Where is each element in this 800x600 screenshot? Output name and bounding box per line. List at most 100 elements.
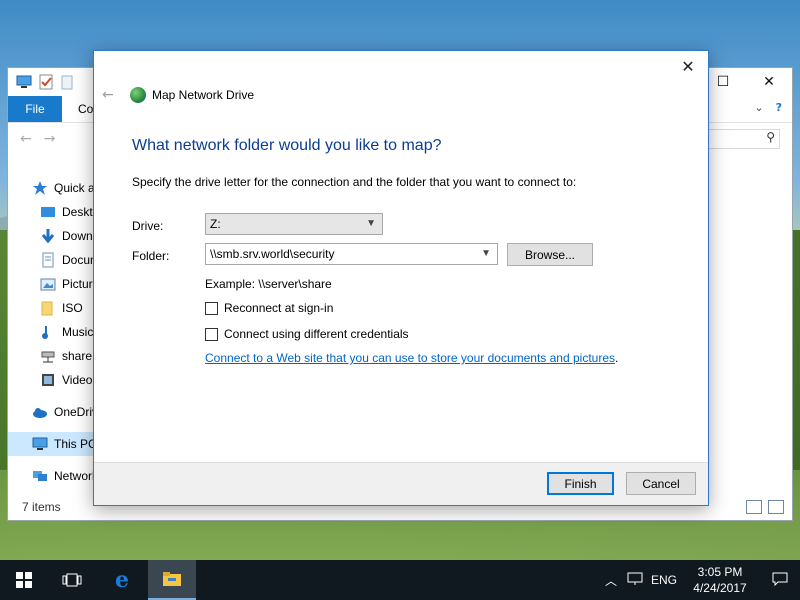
browse-button[interactable]: Browse...: [507, 243, 593, 266]
ribbon-right-controls: ⌄ ?: [754, 101, 782, 114]
taskbar: e ︿ ENG 3:05 PM 4/24/2017: [0, 560, 800, 600]
sidebar-item-quick-access[interactable]: Quick access: [8, 176, 96, 200]
nav-arrows: ← →: [20, 131, 55, 147]
navigation-pane: Quick access Desktop Downloads Documents…: [8, 176, 96, 488]
quick-access-toolbar: [16, 74, 76, 90]
sidebar-item-label: Music: [62, 325, 94, 339]
reconnect-checkbox[interactable]: Reconnect at sign-in: [205, 301, 333, 315]
sidebar-item-music[interactable]: Music: [8, 320, 96, 344]
folder-icon: [41, 301, 53, 316]
cancel-button[interactable]: Cancel: [626, 472, 696, 495]
new-folder-icon[interactable]: [60, 74, 76, 90]
different-credentials-checkbox[interactable]: Connect using different credentials: [205, 327, 409, 341]
example-text: Example: \\server\share: [205, 277, 332, 291]
search-input[interactable]: ⚲: [708, 129, 780, 149]
tab-file[interactable]: File: [8, 96, 62, 122]
desktop-icon: [41, 207, 55, 217]
sidebar-item-downloads[interactable]: Downloads: [8, 224, 96, 248]
edge-icon: e: [115, 567, 129, 593]
dialog-title: Map Network Drive: [152, 88, 255, 102]
clock[interactable]: 3:05 PM 4/24/2017: [680, 564, 760, 596]
back-arrow-icon[interactable]: ←: [102, 87, 114, 103]
picture-icon: [40, 278, 56, 291]
sidebar-item-this-pc[interactable]: This PC: [8, 432, 96, 456]
checkbox-box[interactable]: [205, 301, 218, 315]
windows-logo-icon: [16, 572, 32, 588]
notification-icon[interactable]: [760, 572, 800, 589]
network-drive-globe-icon: [130, 87, 146, 103]
language-indicator[interactable]: ENG: [648, 573, 680, 587]
checkbox-box[interactable]: [205, 327, 218, 341]
computer-icon[interactable]: [16, 74, 32, 90]
sidebar-item-label: ISO: [62, 301, 83, 315]
file-explorer-taskbar-button[interactable]: [148, 560, 196, 600]
star-icon: [33, 181, 47, 195]
large-icons-view-icon[interactable]: [768, 500, 784, 514]
network-icon: [33, 471, 47, 481]
sidebar-item-pictures[interactable]: Pictures: [8, 272, 96, 296]
network-icon[interactable]: [622, 572, 648, 589]
close-icon[interactable]: ✕: [746, 68, 792, 96]
download-icon: [41, 229, 55, 244]
view-toggle-buttons: [746, 500, 784, 514]
sidebar-item-label: Quick access: [54, 181, 96, 195]
details-view-icon[interactable]: [746, 500, 762, 514]
status-item-count: 7 items: [22, 500, 61, 514]
instructions-text: Specify the drive letter for the connect…: [132, 175, 577, 189]
chevron-down-icon: ▼: [366, 218, 376, 229]
help-icon[interactable]: ?: [776, 101, 782, 114]
chevron-up-icon[interactable]: ︿: [600, 572, 622, 589]
edge-browser-button[interactable]: e: [98, 560, 146, 600]
sidebar-item-share[interactable]: share: [8, 344, 96, 368]
credentials-label: Connect using different credentials: [224, 327, 409, 341]
clock-time: 3:05 PM: [697, 565, 743, 579]
folder-input[interactable]: \\smb.srv.world\security ▼: [205, 243, 498, 265]
forward-arrow-icon[interactable]: →: [44, 131, 56, 147]
search-icon: ⚲: [766, 130, 775, 144]
reconnect-label: Reconnect at sign-in: [224, 301, 334, 315]
sidebar-item-label: share: [62, 349, 93, 363]
document-icon: [42, 252, 54, 268]
back-arrow-icon[interactable]: ←: [20, 131, 32, 147]
sidebar-item-desktop[interactable]: Desktop: [8, 200, 96, 224]
dialog-header: Map Network Drive: [130, 87, 254, 103]
task-view-button[interactable]: [48, 560, 96, 600]
page-title: What network folder would you like to ma…: [132, 137, 442, 154]
folder-input-value: \\smb.srv.world\security: [210, 247, 335, 261]
dialog-footer: Finish Cancel: [94, 462, 708, 505]
computer-icon: [32, 437, 48, 450]
video-icon: [42, 374, 54, 386]
tab-computer[interactable]: Co: [78, 102, 93, 116]
map-network-drive-dialog: ✕ ← Map Network Drive What network folde…: [93, 50, 709, 506]
cloud-icon: [33, 408, 47, 418]
clock-date: 4/24/2017: [693, 581, 747, 595]
sidebar-item-label: Desktop: [62, 205, 96, 219]
drive-label: Drive:: [132, 219, 164, 233]
close-icon[interactable]: ✕: [674, 54, 702, 78]
system-tray: ︿ ENG 3:05 PM 4/24/2017: [600, 560, 800, 600]
network-drive-icon: [41, 351, 55, 363]
sidebar-item-label: OneDrive: [54, 405, 96, 419]
web-site-link[interactable]: Connect to a Web site that you can use t…: [205, 351, 615, 365]
sidebar-item-iso[interactable]: ISO: [8, 296, 96, 320]
drive-select-value: Z:: [210, 217, 221, 231]
finish-button[interactable]: Finish: [547, 472, 614, 495]
sidebar-item-onedrive[interactable]: OneDrive: [8, 400, 96, 424]
sidebar-item-network[interactable]: Network: [8, 464, 96, 488]
sidebar-item-documents[interactable]: Documents: [8, 248, 96, 272]
link-period: .: [615, 351, 619, 365]
music-icon: [42, 326, 48, 339]
sidebar-item-label: This PC: [54, 437, 96, 451]
start-button[interactable]: [0, 560, 48, 600]
sidebar-item-label: Pictures: [62, 277, 96, 291]
sidebar-item-label: Documents: [62, 253, 96, 267]
drive-select[interactable]: Z: ▼: [205, 213, 383, 235]
chevron-down-icon[interactable]: ▼: [481, 248, 491, 259]
properties-icon[interactable]: [38, 74, 54, 90]
sidebar-item-label: Videos: [62, 373, 96, 387]
folder-icon: [163, 572, 181, 586]
folder-label: Folder:: [132, 249, 170, 263]
expand-ribbon-icon[interactable]: ⌄: [754, 101, 763, 114]
sidebar-item-videos[interactable]: Videos: [8, 368, 96, 392]
task-view-icon: [62, 573, 82, 587]
